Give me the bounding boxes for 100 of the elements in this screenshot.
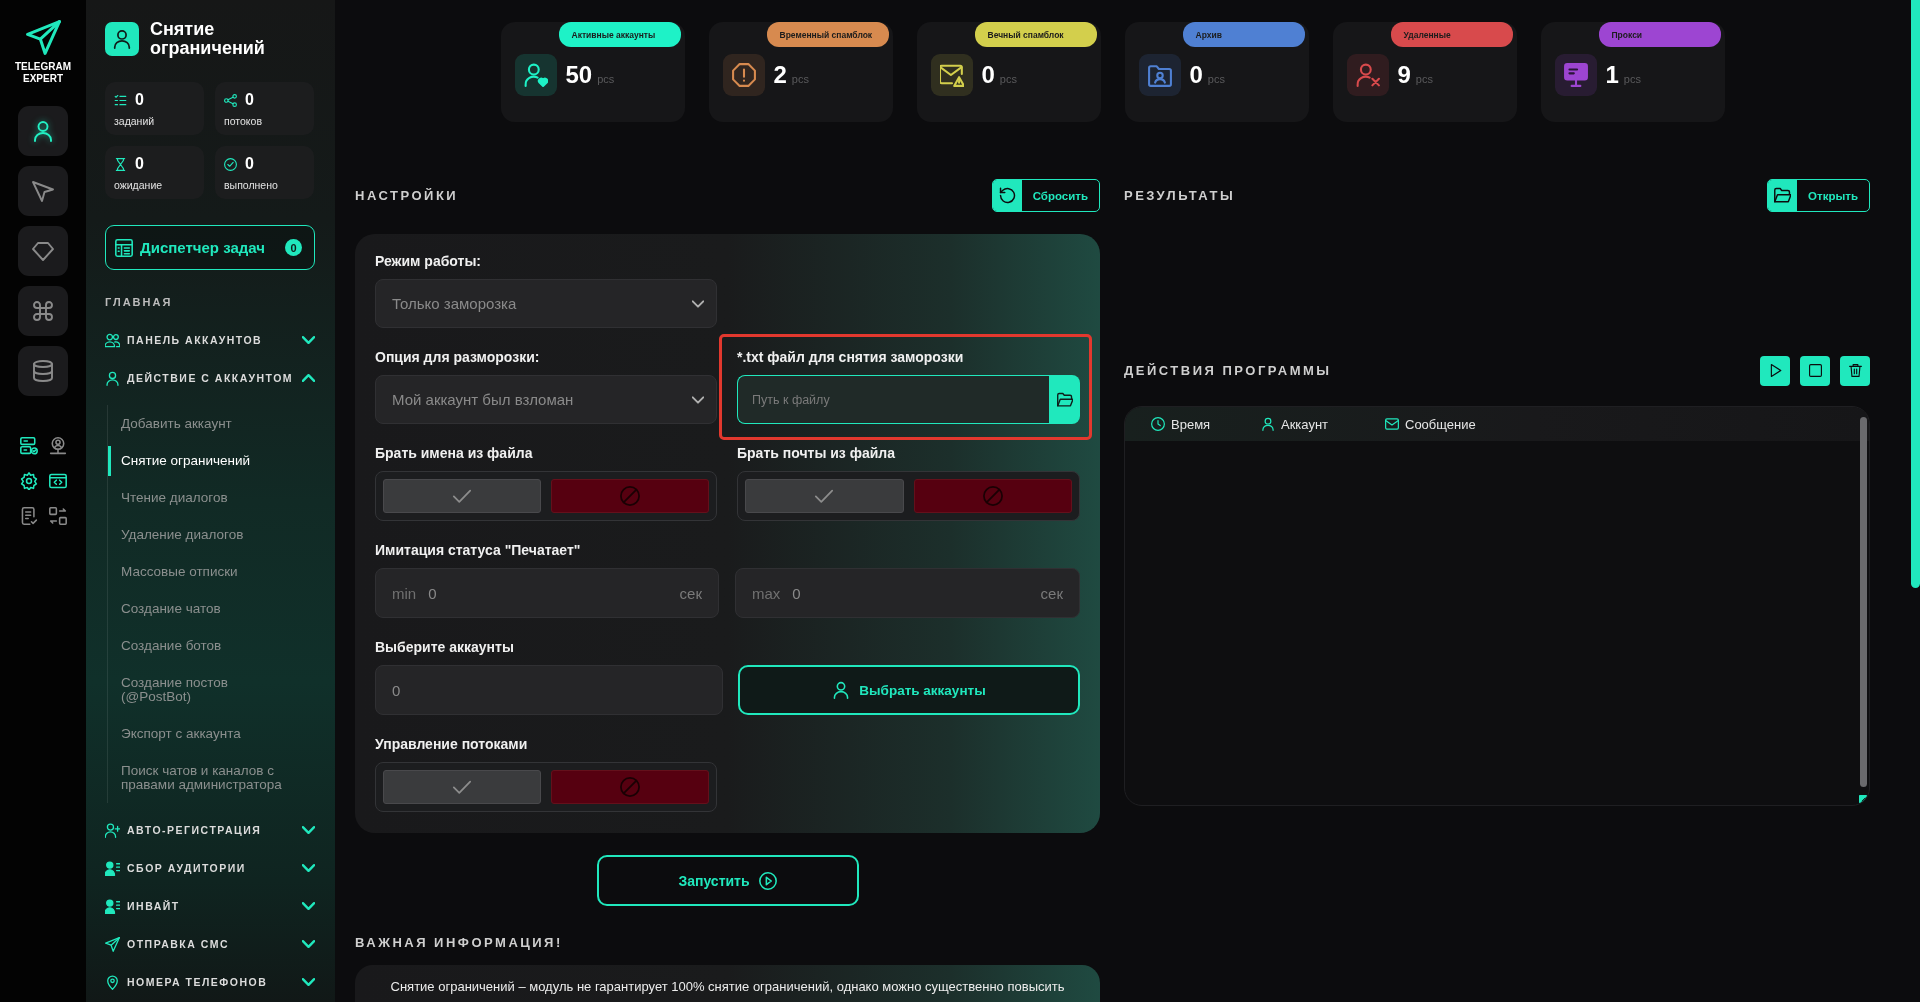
stat-value: 1 xyxy=(1605,61,1619,89)
status-badge: Вечный спамблок xyxy=(974,22,1097,47)
task-manager-button[interactable]: Диспетчер задач 0 xyxy=(105,225,315,270)
status-badge: Удаленные xyxy=(1390,22,1513,47)
user-list-icon xyxy=(105,860,120,876)
stop-button[interactable] xyxy=(1800,355,1830,386)
counter-value: 0 xyxy=(135,91,144,109)
number-field[interactable]: min 0 сек xyxy=(375,568,719,618)
field-label: Выберите аккаунты xyxy=(375,639,515,656)
play-button[interactable] xyxy=(1760,355,1790,386)
scrollbar[interactable] xyxy=(1911,0,1920,588)
field-label: Имитация статуса "Печатает" xyxy=(375,542,582,559)
mail-warning-icon xyxy=(930,54,973,96)
unit-label: сек xyxy=(1040,584,1063,602)
column-header: Время xyxy=(1171,416,1211,432)
status-badge: Временный спамблок xyxy=(766,22,889,47)
menu-section[interactable]: ОТПРАВКА СМС xyxy=(105,925,315,963)
accounts-count-field[interactable]: 0 xyxy=(375,665,723,715)
status-badge: Активные аккаунты xyxy=(558,22,681,47)
code-window-icon[interactable] xyxy=(48,472,67,490)
start-button[interactable]: Запустить xyxy=(596,855,859,906)
document-check-icon[interactable] xyxy=(19,507,38,525)
server-check-icon[interactable] xyxy=(19,437,38,455)
menu-section[interactable]: ИНВАЙТ xyxy=(105,887,315,925)
field-label: Режим работы: xyxy=(375,253,483,270)
stop-icon xyxy=(1808,364,1822,377)
nav-button[interactable] xyxy=(18,106,68,156)
unit-label: pcs xyxy=(791,73,809,85)
menu-item[interactable]: Добавить аккаунт xyxy=(108,405,293,442)
chevron-down-icon xyxy=(302,978,315,986)
nav-button[interactable] xyxy=(18,166,68,216)
trash-icon xyxy=(1848,364,1862,377)
user-icon xyxy=(105,22,139,56)
nav-button[interactable] xyxy=(18,286,68,336)
section-title: НАСТРОЙКИ xyxy=(355,187,459,204)
select-accounts-button[interactable]: Выбрать аккаунты xyxy=(738,665,1080,715)
unit-label: pcs xyxy=(1415,73,1433,85)
folder-icon xyxy=(1768,180,1798,211)
stat-value: 50 xyxy=(565,61,593,89)
menu-item[interactable]: Создание чатов xyxy=(108,590,293,627)
count-badge: 0 xyxy=(285,239,302,256)
dashboard-icon xyxy=(115,238,133,257)
nav-button[interactable] xyxy=(18,346,68,396)
location-pin-icon xyxy=(105,974,120,990)
field-label: Брать почты из файла xyxy=(737,445,897,462)
counter-label: выполнено xyxy=(224,179,279,191)
nav-button[interactable] xyxy=(18,226,68,276)
database-icon xyxy=(32,360,54,382)
open-button[interactable]: Открыть xyxy=(1767,179,1870,212)
menu-section[interactable]: АВТО-РЕГИСТРАЦИЯ xyxy=(105,811,315,849)
chevron-down-icon xyxy=(302,940,315,948)
menu-item[interactable]: Экспорт с аккаунта xyxy=(108,715,293,752)
menu-item[interactable]: Массовые отписки xyxy=(108,553,293,590)
scrollbar[interactable] xyxy=(1860,417,1867,787)
user-list-icon xyxy=(105,898,120,914)
unit-label: pcs xyxy=(1623,73,1641,85)
hourglass-icon xyxy=(114,157,127,171)
gear-icon[interactable] xyxy=(19,472,38,490)
counter-label: заданий xyxy=(114,115,156,127)
resize-grip-icon xyxy=(1859,795,1867,803)
menu-item[interactable]: Удаление диалогов xyxy=(108,516,293,553)
delete-button[interactable] xyxy=(1840,355,1870,386)
dropdown[interactable]: Мой аккаунт был взломан xyxy=(375,375,717,424)
menu-item[interactable]: Создание постов (@PostBot) xyxy=(108,664,293,715)
chevron-down-icon xyxy=(302,864,315,872)
reset-button[interactable]: Сбросить xyxy=(991,179,1100,212)
menu-section[interactable]: ДЕЙСТВИЕ С АККАУНТОМ xyxy=(105,359,315,397)
menu-section[interactable]: ПАНЕЛЬ АККАУНТОВ xyxy=(105,321,315,359)
file-path-field[interactable]: Путь к файлу xyxy=(737,375,1049,424)
user-network-icon[interactable] xyxy=(48,437,67,455)
swap-icon[interactable] xyxy=(48,507,67,525)
field-value: 0 xyxy=(428,584,437,602)
field-value: 0 xyxy=(792,584,801,602)
command-icon xyxy=(32,300,54,322)
clock-icon xyxy=(1151,417,1165,431)
menu-section[interactable]: НОМЕРА ТЕЛЕФОНОВ xyxy=(105,963,315,1001)
section-title: ВАЖНАЯ ИНФОРМАЦИЯ! xyxy=(355,935,564,951)
menu-item[interactable]: Поиск чатов и каналов с правами администратора xyxy=(108,752,293,803)
counter-value: 0 xyxy=(245,155,254,173)
column-header: Сообщение xyxy=(1405,416,1476,432)
chevron-down-icon xyxy=(302,826,315,834)
menu-item[interactable]: Создание ботов xyxy=(108,627,293,664)
field-label: Управление потоками xyxy=(375,736,529,753)
chevron-down-icon xyxy=(302,336,315,344)
section-heading: ГЛАВНАЯ xyxy=(105,295,174,309)
play-circle-icon xyxy=(758,871,777,890)
page-title: Снятие ограничений xyxy=(150,20,266,58)
unit-label: pcs xyxy=(1207,73,1225,85)
counter-label: потоков xyxy=(224,115,263,127)
counter-label: ожидание xyxy=(114,179,164,191)
paper-plane-icon xyxy=(105,936,120,952)
menu-section[interactable]: СБОР АУДИТОРИИ xyxy=(105,849,315,887)
ban-icon xyxy=(620,777,640,797)
unit-label: pcs xyxy=(999,73,1017,85)
column-header: Аккаунт xyxy=(1281,416,1329,432)
number-field[interactable]: max 0 сек xyxy=(735,568,1080,618)
dropdown[interactable]: Только заморозка xyxy=(375,279,717,328)
menu-item[interactable]: Чтение диалогов xyxy=(108,479,293,516)
browse-button[interactable] xyxy=(1049,375,1080,424)
monitor-icon xyxy=(1554,54,1597,96)
